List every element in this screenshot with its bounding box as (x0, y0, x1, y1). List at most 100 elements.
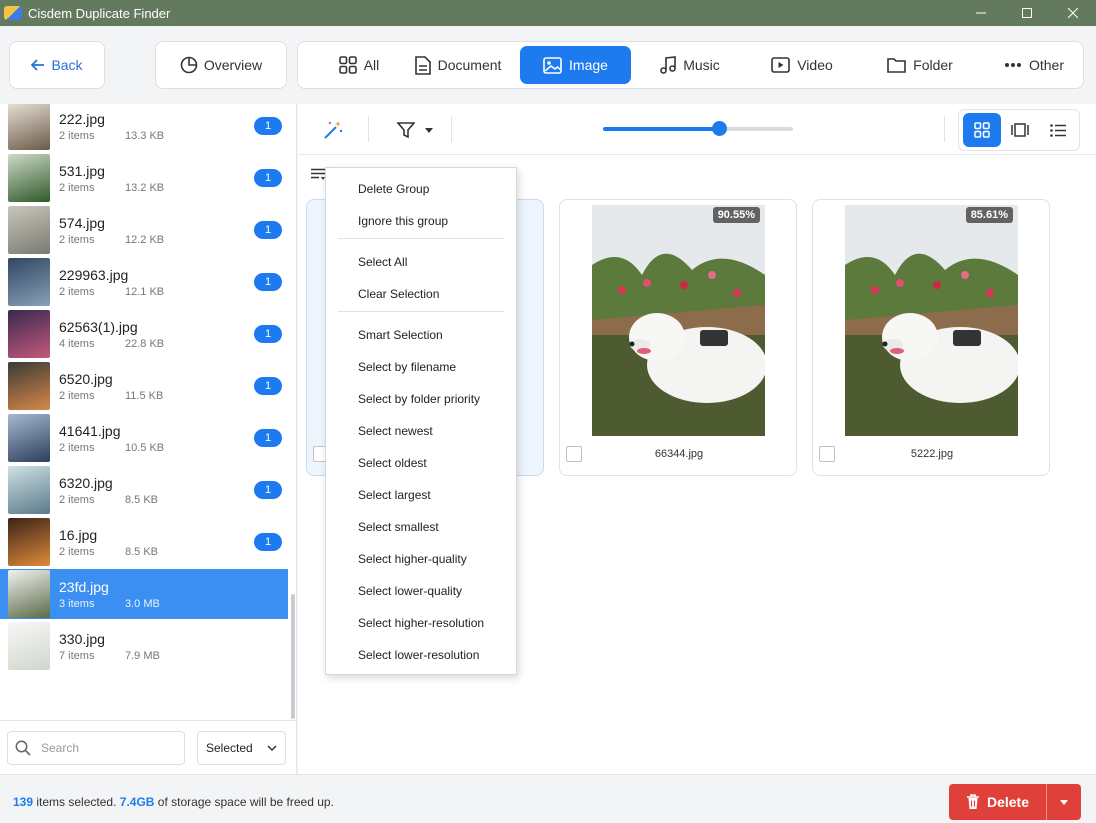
group-text: 330.jpg 7 items 7.9 MB (59, 630, 288, 662)
group-list-item[interactable]: 62563(1).jpg 4 items 22.8 KB 1 (0, 309, 288, 359)
group-list[interactable]: 222.jpg 2 items 13.3 KB 1 531.jpg 2 items 13.2… (0, 104, 290, 720)
group-thumbnail (8, 518, 50, 566)
close-icon (1068, 8, 1078, 18)
menu-item-select-higher-resolution[interactable]: Select higher-resolution (326, 609, 516, 637)
menu-separator (338, 311, 504, 312)
selected-count-badge: 1 (254, 221, 282, 239)
group-meta: 2 items 13.3 KB (59, 130, 254, 142)
group-item-count: 2 items (59, 182, 95, 194)
filter-dropdown-button[interactable] (392, 118, 438, 142)
menu-item-select-by-folder-priority[interactable]: Select by folder priority (326, 385, 516, 413)
group-list-item[interactable]: 16.jpg 2 items 8.5 KB 1 (0, 517, 288, 567)
selected-count-badge: 1 (254, 273, 282, 291)
menu-item-select-by-filename[interactable]: Select by filename (326, 353, 516, 381)
sidebar-scrollbar[interactable] (291, 594, 295, 719)
menu-item-select-newest[interactable]: Select newest (326, 417, 516, 445)
group-thumbnail (8, 570, 50, 618)
search-input[interactable] (41, 741, 171, 755)
group-list-item[interactable]: 6520.jpg 2 items 11.5 KB 1 (0, 361, 288, 411)
freed-size: 7.4GB (119, 795, 155, 809)
overview-label: Overview (203, 57, 263, 73)
group-list-item[interactable]: 531.jpg 2 items 13.2 KB 1 (0, 153, 288, 203)
group-text: 222.jpg 2 items 13.3 KB (59, 110, 254, 142)
menu-item-select-largest[interactable]: Select largest (326, 481, 516, 509)
video-icon (771, 57, 791, 73)
grid-icon (338, 56, 357, 74)
app-logo-icon (4, 6, 22, 20)
slider-knob[interactable] (711, 121, 727, 136)
delete-options-button[interactable] (1046, 784, 1081, 820)
pie-chart-icon (180, 56, 198, 74)
thumbnail-size-slider[interactable] (603, 121, 793, 136)
group-text: 16.jpg 2 items 8.5 KB (59, 526, 254, 558)
image-filename: 5222.jpg (910, 448, 954, 460)
group-size: 13.3 KB (125, 130, 165, 142)
group-list-item[interactable]: 330.jpg 7 items 7.9 MB (0, 621, 288, 671)
menu-item-clear-selection[interactable]: Clear Selection (326, 280, 516, 308)
image-card[interactable]: 85.61% 5222.jpg (812, 199, 1050, 476)
group-list-item[interactable]: 229963.jpg 2 items 12.1 KB 1 (0, 257, 288, 307)
group-list-item[interactable]: 222.jpg 2 items 13.3 KB 1 (0, 104, 288, 151)
group-meta: 7 items 7.9 MB (59, 650, 288, 662)
tab-document[interactable]: Document (404, 46, 512, 84)
tab-image-label: Image (569, 57, 608, 73)
toolbar-divider (944, 116, 945, 142)
image-card[interactable]: 90.55% 66344.jpg (559, 199, 797, 476)
delete-button[interactable]: Delete (949, 784, 1046, 820)
image-icon (543, 56, 562, 74)
tab-folder[interactable]: Folder (876, 46, 964, 84)
group-thumbnail (8, 310, 50, 358)
group-list-item[interactable]: 574.jpg 2 items 12.2 KB 1 (0, 205, 288, 255)
filter-select[interactable]: Selected (197, 731, 286, 765)
group-name: 41641.jpg (59, 423, 121, 439)
minimize-button[interactable] (958, 0, 1004, 26)
menu-item-select-lower-resolution[interactable]: Select lower-resolution (326, 641, 516, 669)
menu-item-ignore-this-group[interactable]: Ignore this group (326, 207, 516, 235)
tab-video[interactable]: Video (760, 46, 844, 84)
selected-count-badge: 1 (254, 481, 282, 499)
group-context-menu: Delete Group Ignore this group Select All C… (325, 167, 517, 675)
menu-item-select-oldest[interactable]: Select oldest (326, 449, 516, 477)
group-list-item[interactable]: 6320.jpg 2 items 8.5 KB 1 (0, 465, 288, 515)
image-filename: 66344.jpg (654, 448, 704, 460)
overview-button[interactable]: Overview (155, 41, 287, 89)
group-size: 12.2 KB (125, 234, 165, 246)
list-view-button[interactable] (1039, 113, 1077, 147)
back-button[interactable]: Back (9, 41, 105, 89)
close-button[interactable] (1050, 0, 1096, 26)
group-name: 16.jpg (59, 527, 98, 543)
group-list-item[interactable]: 41641.jpg 2 items 10.5 KB 1 (0, 413, 288, 463)
maximize-button[interactable] (1004, 0, 1050, 26)
group-meta: 2 items 12.2 KB (59, 234, 254, 246)
tab-all-label: All (363, 57, 380, 73)
group-list-item[interactable]: 23fd.jpg 3 items 3.0 MB (0, 569, 288, 619)
tab-image[interactable]: Image (520, 46, 631, 84)
menu-item-select-higher-quality[interactable]: Select higher-quality (326, 545, 516, 573)
dog-photo[interactable] (845, 205, 1020, 436)
group-size: 13.2 KB (125, 182, 165, 194)
group-text: 6520.jpg 2 items 11.5 KB (59, 370, 254, 402)
menu-item-select-lower-quality[interactable]: Select lower-quality (326, 577, 516, 605)
menu-item-smart-selection[interactable]: Smart Selection (326, 321, 516, 349)
tab-all[interactable]: All (318, 46, 400, 84)
tab-music[interactable]: Music (648, 46, 732, 84)
search-box (7, 731, 185, 765)
group-meta: 4 items 22.8 KB (59, 338, 254, 350)
freed-size-text: of storage space will be freed up. (157, 795, 334, 809)
list-menu-icon (311, 168, 325, 180)
menu-item-select-smallest[interactable]: Select smallest (326, 513, 516, 541)
group-menu-button[interactable] (310, 166, 326, 182)
selected-count-badge: 1 (254, 117, 282, 135)
group-thumbnail (8, 258, 50, 306)
menu-item-select-all[interactable]: Select All (326, 248, 516, 276)
group-meta: 3 items 3.0 MB (59, 598, 288, 610)
grid-view-button[interactable] (963, 113, 1001, 147)
menu-item-delete-group[interactable]: Delete Group (326, 175, 516, 203)
tab-other[interactable]: Other (990, 46, 1078, 84)
filter-select-value: Selected (206, 741, 253, 755)
group-thumbnail (8, 466, 50, 514)
dog-photo[interactable] (592, 205, 767, 436)
auto-select-button[interactable] (320, 117, 346, 143)
compare-view-button[interactable] (1001, 113, 1039, 147)
group-thumbnail (8, 362, 50, 410)
